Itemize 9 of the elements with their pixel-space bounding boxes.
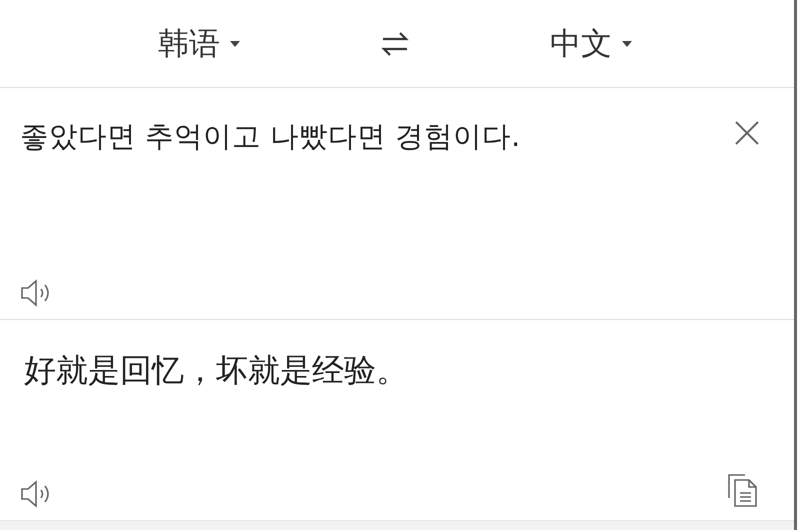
translation-text: 好就是回忆，坏就是经验。 [23,350,409,391]
source-language-dropdown[interactable]: 韩语 [158,22,240,64]
swap-icon[interactable] [380,30,410,58]
caret-icon [230,40,240,46]
copy-icon[interactable] [726,472,760,508]
close-icon[interactable] [734,120,760,146]
target-language-dropdown[interactable]: 中文 [550,22,632,64]
caret-icon [622,40,632,46]
source-text: 좋았다면 추억이고 나빴다면 경험이다. [20,119,522,155]
